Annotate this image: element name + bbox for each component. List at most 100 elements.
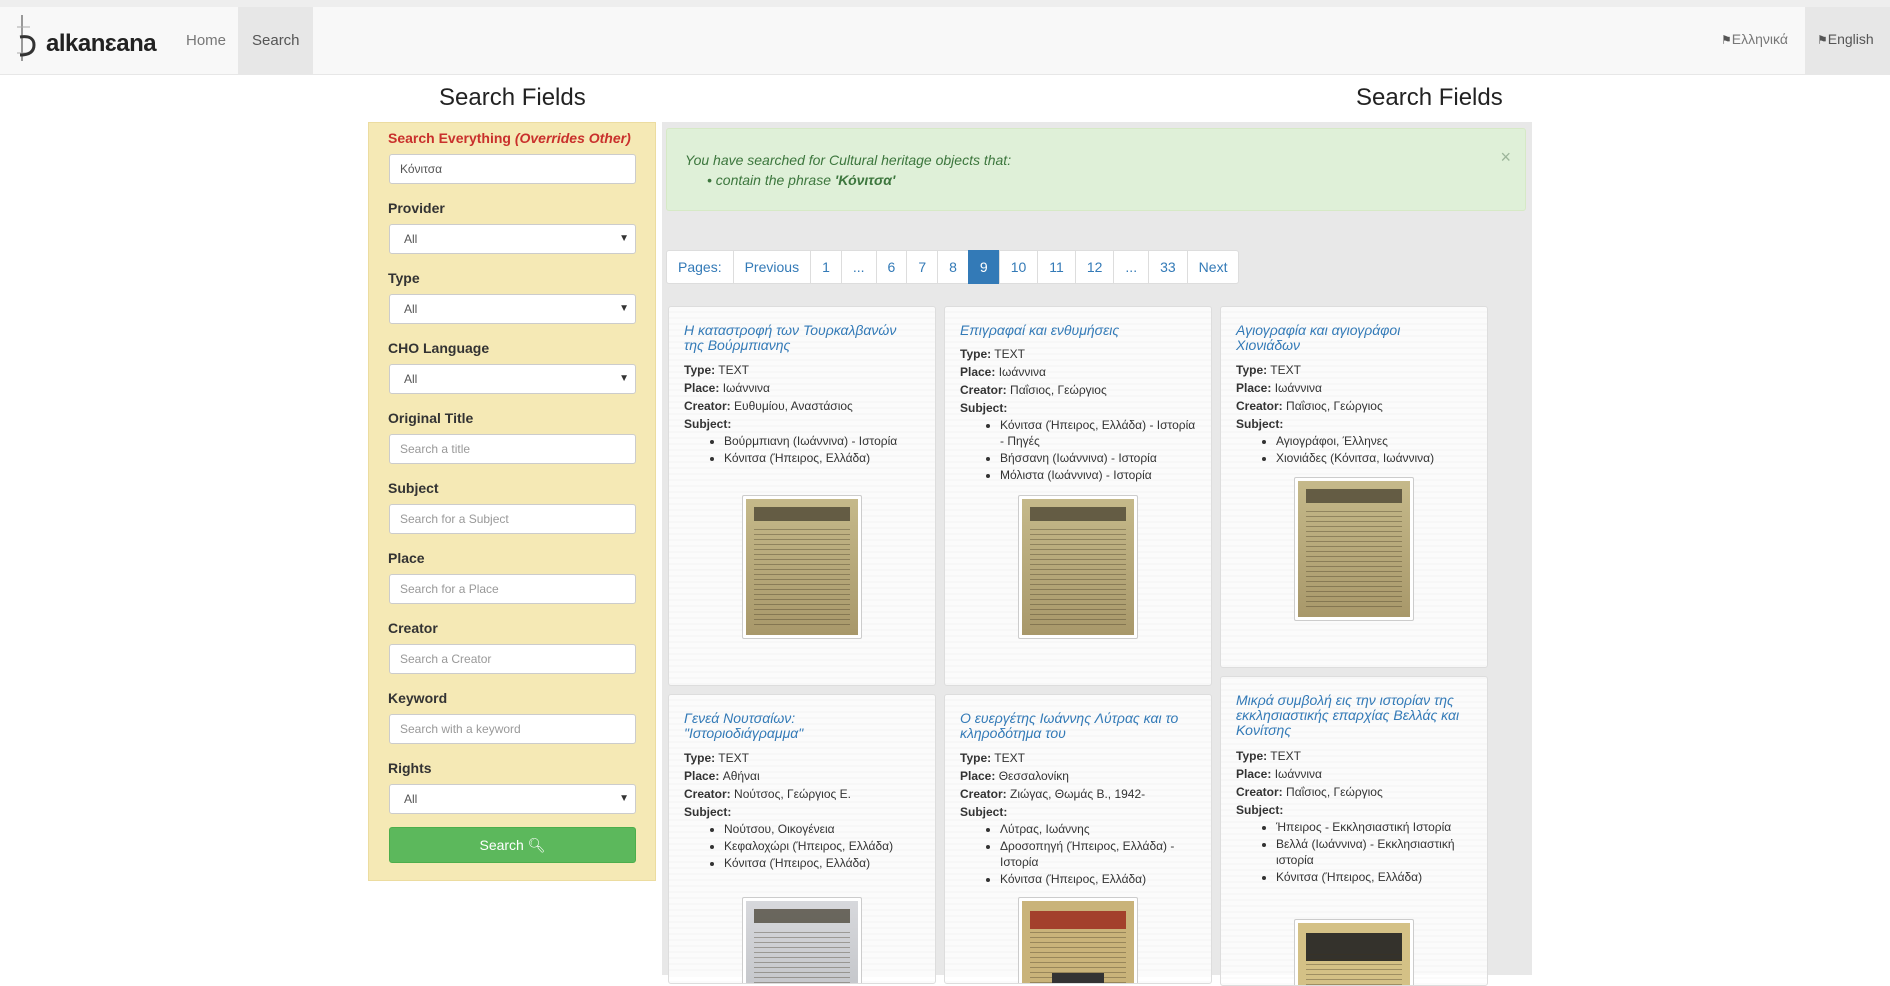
subject-item: Κεφαλοχώρι (Ήπειρος, Ελλάδα) [724,838,924,854]
pagination-page[interactable]: 7 [906,250,939,284]
thumbnail-image [746,901,858,983]
subject-item: Κόνιτσα (Ήπειρος, Ελλάδα) [724,855,924,871]
result-card: Επιγραφαί και ενθυμήσεις Type: TEXT Place:… [944,306,1212,686]
pagination-page[interactable]: 9 [967,250,1000,284]
field-type-label: Type: [684,363,716,377]
pagination-page: ... [840,250,877,284]
result-card: Η καταστροφή των Τουρκαλβανών της Βούρμπ… [668,306,936,686]
result-card: Αγιογραφία και αγιογράφοι Χιονιάδων Type:… [1220,306,1488,668]
thumbnail-image [746,499,858,635]
subject-item: Νούτσου, Οικογένεια [724,821,924,837]
field-creator-value: Παΐσιος, Γεώργιος [1006,383,1107,397]
cho-language-select[interactable]: All ▼ [389,364,636,394]
pagination-page[interactable]: 10 [998,250,1039,284]
type-select[interactable]: All ▼ [389,294,636,324]
lang-english[interactable]: ⚑English [1805,7,1890,74]
subject-list: Αγιογράφοι, ΈλληνεςΧιονιάδες (Κόνιτσα, Ι… [1276,433,1476,467]
result-title-link[interactable]: Ο ευεργέτης Ιωάννης Λύτρας και το κληροδ… [960,711,1185,741]
search-everything-label-text: Search Everything [388,130,511,146]
subject-item: Κόνιτσα (Ήπειρος, Ελλάδα) [1000,871,1200,887]
logo[interactable]: alkanɛana [14,13,164,65]
creator-input[interactable]: Search a Creator [389,644,636,674]
result-thumbnail[interactable] [1294,919,1414,985]
result-title-link[interactable]: Μικρά συμβολή εις την ιστορίαν της εκκλη… [1236,693,1461,738]
thumbnail-image [1022,901,1134,983]
result-card: Γενεά Νουτσαίων: "Ιστοριοδιάγραμμα" Type:… [668,694,936,984]
pagination: Pages: Previous 1... 6 7 8 9 10 11 12... 33 Next [666,250,1240,284]
field-creator-label: Creator: [1236,399,1283,413]
field-place: Place: Ιωάννινα [1236,767,1322,781]
result-title-link[interactable]: Γενεά Νουτσαίων: "Ιστοριοδιάγραμμα" [684,711,909,741]
subject-item: Βήσσανη (Ιωάννινα) - Ιστορία [1000,450,1200,466]
lang-greek-label: Ελληνικά [1731,31,1788,47]
pagination-page[interactable]: 12 [1074,250,1115,284]
rights-select[interactable]: All ▼ [389,784,636,814]
field-subject: Subject: [960,401,1007,415]
result-thumbnail[interactable] [1018,495,1138,639]
pagination-page[interactable]: 1 [810,250,842,284]
logo-text: alkanɛana [46,30,157,57]
close-icon[interactable]: × [1500,147,1511,168]
field-creator: Creator: Παΐσιος, Γεώργιος [1236,399,1383,413]
lang-english-label: English [1827,31,1874,47]
keyword-label: Keyword [388,690,448,706]
subject-item: Κόνιτσα (Ήπειρος, Ελλάδα) - Ιστορία - Πη… [1000,417,1200,449]
pagination-previous[interactable]: Previous [732,250,812,284]
original-title-input[interactable]: Search a title [389,434,636,464]
field-creator-value: Νούτσος, Γεώργιος Ε. [730,787,851,801]
subject-item: Βούρμπιανη (Ιωάννινα) - Ιστορία [724,433,924,449]
search-fields-heading: Search Fields [439,84,586,111]
field-type-label: Type: [684,751,716,765]
field-type-value: TEXT [1267,749,1301,763]
pagination-page[interactable]: 11 [1037,250,1076,284]
lang-greek[interactable]: ⚑Ελληνικά [1709,7,1800,74]
field-type: Type: TEXT [684,363,749,377]
pagination-next[interactable]: Next [1186,250,1240,284]
caret-down-icon: ▼ [619,233,629,244]
result-title-link[interactable]: Αγιογραφία και αγιογράφοι Χιονιάδων [1236,323,1461,353]
subject-item: Δροσοπηγή (Ήπειρος, Ελλάδα) - Ιστορία [1000,838,1200,870]
pagination-page[interactable]: 33 [1148,250,1188,284]
result-title-link[interactable]: Η καταστροφή των Τουρκαλβανών της Βούρμπ… [684,323,909,353]
field-type-value: TEXT [991,347,1025,361]
field-type-label: Type: [960,347,992,361]
search-everything-input[interactable]: Κόνιτσα [389,154,636,184]
rights-label: Rights [388,760,432,776]
search-button[interactable]: Search 🔍︎ [389,827,636,863]
field-creator: Creator: Ζιώγας, Θωμάς Β., 1942- [960,787,1145,801]
subject-item: Χιονιάδες (Κόνιτσα, Ιωάννινα) [1276,450,1476,466]
alert-phrase-prefix: contain the phrase [715,172,835,188]
result-title-link[interactable]: Επιγραφαί και ενθυμήσεις [960,323,1185,338]
field-place-value: Ιωάννινα [995,365,1046,379]
field-place: Place: Ιωάννινα [684,381,770,395]
thumbnail-header-band [1030,911,1126,929]
place-input[interactable]: Search for a Place [389,574,636,604]
keyword-input[interactable]: Search with a keyword [389,714,636,744]
field-type-value: TEXT [715,751,749,765]
nav-home[interactable]: Home [172,7,240,74]
pagination-page[interactable]: 8 [937,250,969,284]
cho-language-label: CHO Language [388,340,490,356]
thumbnail-text-lines [1030,529,1126,625]
field-type-label: Type: [1236,749,1268,763]
subject-input[interactable]: Search for a Subject [389,504,636,534]
thumbnail-header-band [1306,489,1402,503]
place-label: Place [388,550,425,566]
nav-search[interactable]: Search [238,7,313,74]
result-thumbnail[interactable] [742,897,862,983]
result-thumbnail[interactable] [742,495,862,639]
field-type: Type: TEXT [960,347,1025,361]
field-type: Type: TEXT [1236,363,1301,377]
search-form: Search Everything (Overrides Other) Κόνι… [368,122,656,881]
field-type: Type: TEXT [684,751,749,765]
pagination-page[interactable]: 6 [875,250,908,284]
subject-item: Βελλά (Ιωάννινα) - Εκκλησιαστική ιστορία [1276,836,1476,868]
result-thumbnail[interactable] [1294,477,1414,621]
field-creator-value: Παΐσιος, Γεώργιος [1282,399,1383,413]
field-place-value: Αθήναι [719,769,760,783]
field-subject: Subject: [1236,803,1283,817]
result-thumbnail[interactable] [1018,897,1138,983]
field-subject: Subject: [684,805,731,819]
type-value: All [404,302,418,316]
provider-select[interactable]: All ▼ [389,224,636,254]
